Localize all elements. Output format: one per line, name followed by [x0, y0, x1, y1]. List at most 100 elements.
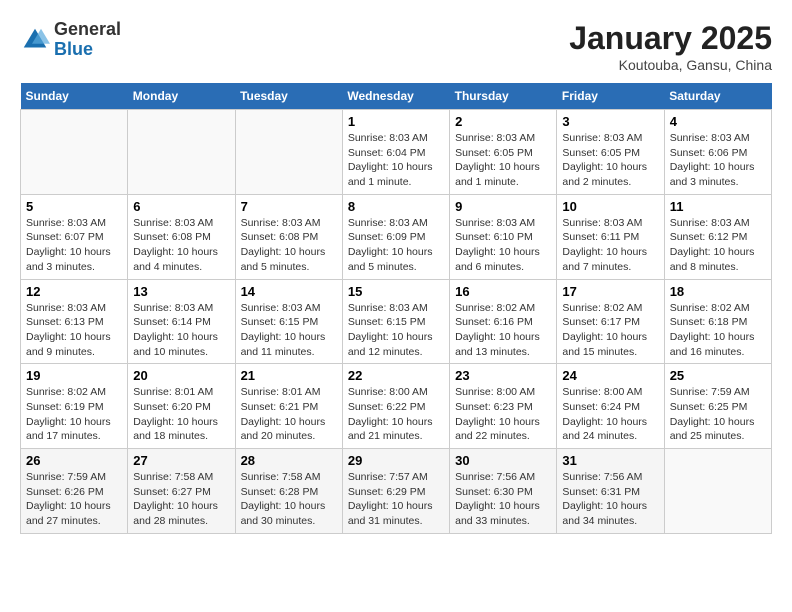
day-info: Sunrise: 8:03 AM Sunset: 6:11 PM Dayligh… [562, 216, 658, 275]
day-number: 1 [348, 114, 444, 129]
day-number: 19 [26, 368, 122, 383]
calendar-cell: 22 Sunrise: 8:00 AM Sunset: 6:22 PM Dayli… [342, 364, 449, 449]
day-number: 18 [670, 284, 766, 299]
day-info: Sunrise: 7:56 AM Sunset: 6:30 PM Dayligh… [455, 470, 551, 529]
calendar-week-row: 26 Sunrise: 7:59 AM Sunset: 6:26 PM Dayli… [21, 449, 772, 534]
day-info: Sunrise: 8:00 AM Sunset: 6:24 PM Dayligh… [562, 385, 658, 444]
day-number: 7 [241, 199, 337, 214]
day-number: 16 [455, 284, 551, 299]
logo-general: General [54, 20, 121, 40]
weekday-header: Friday [557, 83, 664, 110]
calendar-cell: 30Sunrise: 7:56 AM Sunset: 6:30 PM Dayli… [450, 449, 557, 534]
day-info: Sunrise: 8:03 AM Sunset: 6:15 PM Dayligh… [241, 301, 337, 360]
weekday-header-row: SundayMondayTuesdayWednesdayThursdayFrid… [21, 83, 772, 110]
calendar-cell: 26 Sunrise: 7:59 AM Sunset: 6:26 PM Dayli… [21, 449, 128, 534]
calendar-cell: 27Sunrise: 7:58 AM Sunset: 6:27 PM Dayli… [128, 449, 235, 534]
calendar-table: SundayMondayTuesdayWednesdayThursdayFrid… [20, 83, 772, 534]
day-info: Sunrise: 7:59 AM Sunset: 6:25 PM Dayligh… [670, 385, 766, 444]
day-number: 23 [455, 368, 551, 383]
day-info: Sunrise: 8:02 AM Sunset: 6:18 PM Dayligh… [670, 301, 766, 360]
calendar-cell: 8 Sunrise: 8:03 AM Sunset: 6:09 PM Daylig… [342, 194, 449, 279]
calendar-cell: 2 Sunrise: 8:03 AM Sunset: 6:05 PM Daylig… [450, 110, 557, 195]
day-number: 17 [562, 284, 658, 299]
weekday-header: Monday [128, 83, 235, 110]
calendar-cell [21, 110, 128, 195]
calendar-cell: 17Sunrise: 8:02 AM Sunset: 6:17 PM Dayli… [557, 279, 664, 364]
day-number: 21 [241, 368, 337, 383]
calendar-cell [664, 449, 771, 534]
calendar-cell: 7Sunrise: 8:03 AM Sunset: 6:08 PM Daylig… [235, 194, 342, 279]
day-info: Sunrise: 7:58 AM Sunset: 6:28 PM Dayligh… [241, 470, 337, 529]
day-info: Sunrise: 8:03 AM Sunset: 6:06 PM Dayligh… [670, 131, 766, 190]
day-info: Sunrise: 8:03 AM Sunset: 6:05 PM Dayligh… [562, 131, 658, 190]
calendar-cell: 19 Sunrise: 8:02 AM Sunset: 6:19 PM Dayli… [21, 364, 128, 449]
calendar-cell: 10Sunrise: 8:03 AM Sunset: 6:11 PM Dayli… [557, 194, 664, 279]
day-number: 5 [26, 199, 122, 214]
calendar-cell: 16Sunrise: 8:02 AM Sunset: 6:16 PM Dayli… [450, 279, 557, 364]
calendar-cell: 20 Sunrise: 8:01 AM Sunset: 6:20 PM Dayli… [128, 364, 235, 449]
calendar-cell: 28 Sunrise: 7:58 AM Sunset: 6:28 PM Dayli… [235, 449, 342, 534]
day-number: 22 [348, 368, 444, 383]
calendar-cell: 29Sunrise: 7:57 AM Sunset: 6:29 PM Dayli… [342, 449, 449, 534]
title-block: January 2025 Koutouba, Gansu, China [569, 20, 772, 73]
day-info: Sunrise: 8:03 AM Sunset: 6:12 PM Dayligh… [670, 216, 766, 275]
calendar-cell: 5 Sunrise: 8:03 AM Sunset: 6:07 PM Daylig… [21, 194, 128, 279]
day-number: 8 [348, 199, 444, 214]
day-info: Sunrise: 8:03 AM Sunset: 6:13 PM Dayligh… [26, 301, 122, 360]
day-number: 25 [670, 368, 766, 383]
calendar-cell: 6Sunrise: 8:03 AM Sunset: 6:08 PM Daylig… [128, 194, 235, 279]
day-number: 31 [562, 453, 658, 468]
calendar-cell [128, 110, 235, 195]
day-info: Sunrise: 7:59 AM Sunset: 6:26 PM Dayligh… [26, 470, 122, 529]
day-number: 29 [348, 453, 444, 468]
calendar-cell: 23Sunrise: 8:00 AM Sunset: 6:23 PM Dayli… [450, 364, 557, 449]
day-number: 13 [133, 284, 229, 299]
day-number: 12 [26, 284, 122, 299]
calendar-week-row: 1Sunrise: 8:03 AM Sunset: 6:04 PM Daylig… [21, 110, 772, 195]
day-info: Sunrise: 8:00 AM Sunset: 6:22 PM Dayligh… [348, 385, 444, 444]
weekday-header: Thursday [450, 83, 557, 110]
calendar-cell: 31Sunrise: 7:56 AM Sunset: 6:31 PM Dayli… [557, 449, 664, 534]
day-number: 14 [241, 284, 337, 299]
day-info: Sunrise: 8:02 AM Sunset: 6:19 PM Dayligh… [26, 385, 122, 444]
day-info: Sunrise: 8:03 AM Sunset: 6:15 PM Dayligh… [348, 301, 444, 360]
day-number: 3 [562, 114, 658, 129]
calendar-week-row: 12 Sunrise: 8:03 AM Sunset: 6:13 PM Dayli… [21, 279, 772, 364]
day-number: 28 [241, 453, 337, 468]
day-info: Sunrise: 8:03 AM Sunset: 6:05 PM Dayligh… [455, 131, 551, 190]
day-number: 6 [133, 199, 229, 214]
weekday-header: Tuesday [235, 83, 342, 110]
day-info: Sunrise: 8:03 AM Sunset: 6:10 PM Dayligh… [455, 216, 551, 275]
calendar-cell: 11 Sunrise: 8:03 AM Sunset: 6:12 PM Dayli… [664, 194, 771, 279]
calendar-cell [235, 110, 342, 195]
logo-blue: Blue [54, 40, 121, 60]
logo: General Blue [20, 20, 121, 60]
calendar-cell: 1Sunrise: 8:03 AM Sunset: 6:04 PM Daylig… [342, 110, 449, 195]
day-info: Sunrise: 8:01 AM Sunset: 6:21 PM Dayligh… [241, 385, 337, 444]
calendar-cell: 24 Sunrise: 8:00 AM Sunset: 6:24 PM Dayli… [557, 364, 664, 449]
month-title: January 2025 [569, 20, 772, 57]
day-number: 20 [133, 368, 229, 383]
calendar-cell: 9 Sunrise: 8:03 AM Sunset: 6:10 PM Daylig… [450, 194, 557, 279]
calendar-cell: 13Sunrise: 8:03 AM Sunset: 6:14 PM Dayli… [128, 279, 235, 364]
location: Koutouba, Gansu, China [569, 57, 772, 73]
day-number: 24 [562, 368, 658, 383]
logo-icon [20, 25, 50, 55]
weekday-header: Sunday [21, 83, 128, 110]
day-info: Sunrise: 8:03 AM Sunset: 6:09 PM Dayligh… [348, 216, 444, 275]
day-number: 4 [670, 114, 766, 129]
day-info: Sunrise: 8:01 AM Sunset: 6:20 PM Dayligh… [133, 385, 229, 444]
calendar-cell: 14 Sunrise: 8:03 AM Sunset: 6:15 PM Dayli… [235, 279, 342, 364]
calendar-cell: 15Sunrise: 8:03 AM Sunset: 6:15 PM Dayli… [342, 279, 449, 364]
day-number: 11 [670, 199, 766, 214]
calendar-cell: 18 Sunrise: 8:02 AM Sunset: 6:18 PM Dayli… [664, 279, 771, 364]
day-number: 26 [26, 453, 122, 468]
calendar-week-row: 5 Sunrise: 8:03 AM Sunset: 6:07 PM Daylig… [21, 194, 772, 279]
day-number: 9 [455, 199, 551, 214]
calendar-week-row: 19 Sunrise: 8:02 AM Sunset: 6:19 PM Dayli… [21, 364, 772, 449]
calendar-cell: 3 Sunrise: 8:03 AM Sunset: 6:05 PM Daylig… [557, 110, 664, 195]
weekday-header: Saturday [664, 83, 771, 110]
day-number: 2 [455, 114, 551, 129]
day-info: Sunrise: 8:03 AM Sunset: 6:07 PM Dayligh… [26, 216, 122, 275]
calendar-cell: 25 Sunrise: 7:59 AM Sunset: 6:25 PM Dayli… [664, 364, 771, 449]
